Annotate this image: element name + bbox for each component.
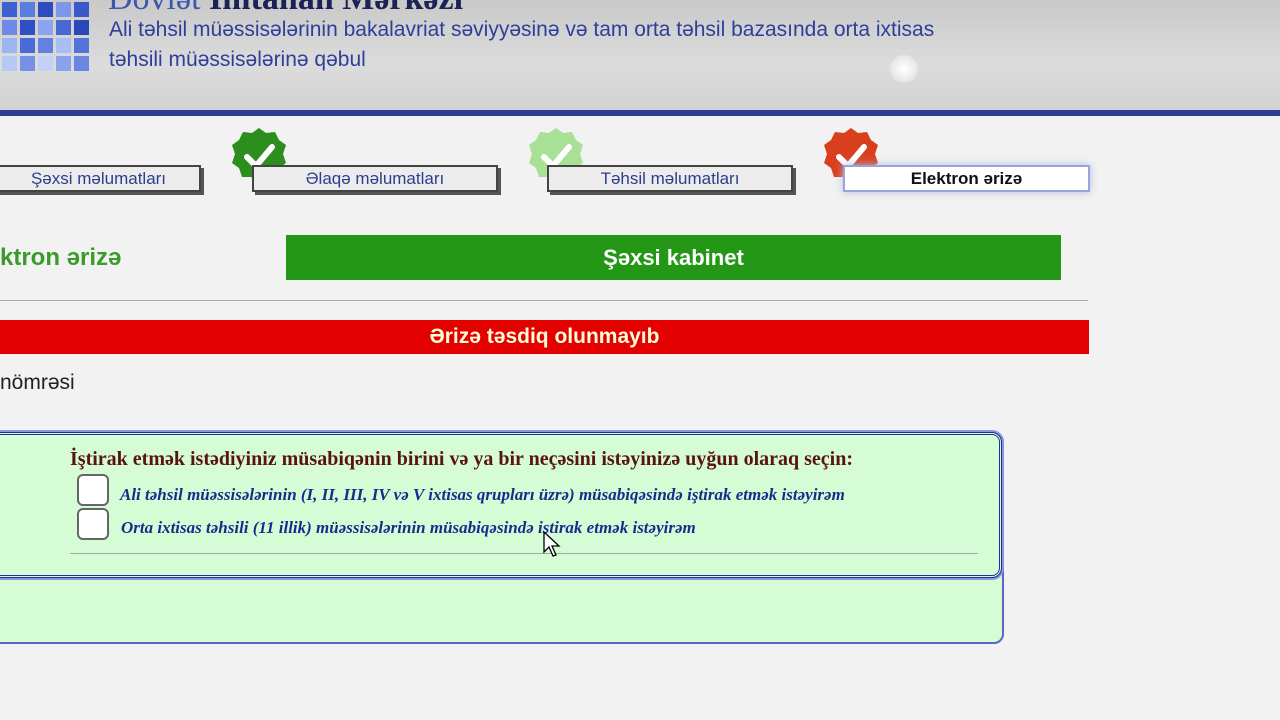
logo-tile xyxy=(56,56,71,71)
logo-tile xyxy=(20,56,35,71)
panel-divider xyxy=(70,553,978,554)
logo-tile xyxy=(38,56,53,71)
logo-tile xyxy=(20,2,35,17)
header-rule xyxy=(0,110,1280,116)
divider xyxy=(0,300,1088,301)
site-header: Dövlət İmtahan Mərkəzi Ali təhsil müəssi… xyxy=(0,0,1280,110)
field-label: nömrəsi xyxy=(0,371,75,394)
logo-tile xyxy=(20,20,35,35)
personal-cabinet-button[interactable]: Şəxsi kabinet xyxy=(286,235,1061,280)
step-personal-info[interactable]: Şəxsi məlumatları xyxy=(0,165,201,192)
header-glow xyxy=(890,55,918,83)
logo-tile xyxy=(74,56,89,71)
header-subtitle: Ali təhsil müəssisələrinin bakalavriat s… xyxy=(109,18,935,71)
step-electronic-application[interactable]: Elektron ərizə xyxy=(843,165,1090,192)
logo-tile xyxy=(2,20,17,35)
section-title: ktron ərizə xyxy=(0,244,122,271)
status-banner: Ərizə təsdiq olunmayıb xyxy=(0,320,1089,354)
logo-tile xyxy=(38,2,53,17)
logo-tile xyxy=(56,2,71,17)
panel-question: İştirak etmək istədiyiniz müsabiqənin bi… xyxy=(70,448,854,470)
step-contact-info[interactable]: Əlaqə məlumatları xyxy=(252,165,498,192)
option-label-vocational[interactable]: Orta ixtisas təhsili (11 illik) müəssisə… xyxy=(121,518,696,538)
logo-tile xyxy=(74,20,89,35)
mouse-cursor-icon xyxy=(543,531,561,557)
logo-tile xyxy=(2,2,17,17)
logo-tile xyxy=(74,38,89,53)
logo xyxy=(0,0,96,78)
step-education-info[interactable]: Təhsil məlumatları xyxy=(547,165,793,192)
logo-tile xyxy=(38,38,53,53)
logo-tile xyxy=(56,38,71,53)
logo-tile xyxy=(74,2,89,17)
option-checkbox-higher-ed[interactable] xyxy=(77,474,109,506)
logo-tile xyxy=(38,20,53,35)
option-checkbox-vocational[interactable] xyxy=(77,508,109,540)
option-label-higher-ed[interactable]: Ali təhsil müəssisələrinin (I, II, III, … xyxy=(120,485,845,505)
logo-tile xyxy=(2,38,17,53)
logo-tile xyxy=(20,38,35,53)
logo-tile xyxy=(56,20,71,35)
logo-tile xyxy=(2,56,17,71)
